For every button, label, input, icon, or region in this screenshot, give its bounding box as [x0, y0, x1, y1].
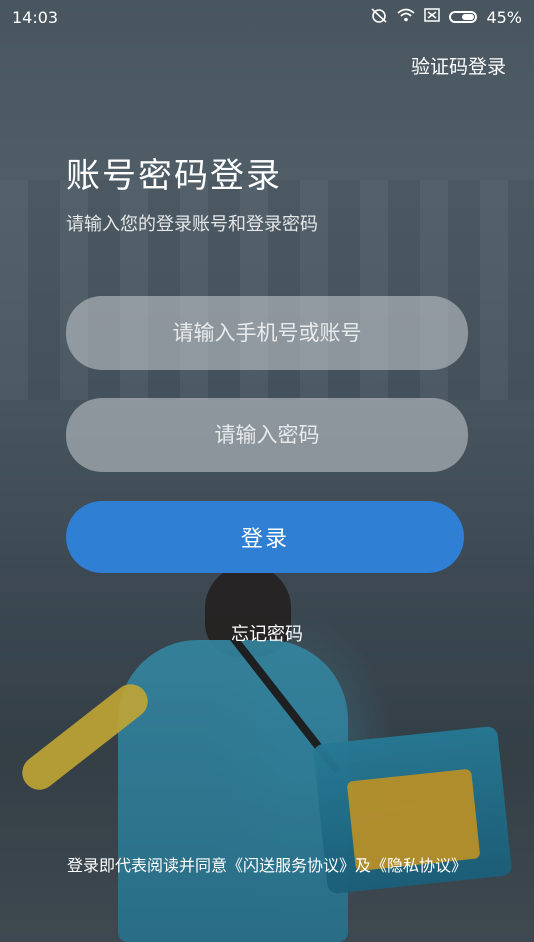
battery-icon — [449, 11, 478, 23]
page-subtitle: 请输入您的登录账号和登录密码 — [66, 214, 318, 235]
page-title: 账号密码登录 — [66, 156, 282, 196]
status-bar: 14:03 45% — [0, 0, 534, 34]
battery-percent: 45% — [486, 7, 522, 27]
status-icons: 45% — [370, 7, 522, 27]
wifi-icon — [397, 8, 416, 26]
service-agreement-link[interactable]: 《闪送服务协议》 — [227, 856, 355, 875]
login-button[interactable]: 登录 — [66, 501, 464, 573]
status-time: 14:03 — [12, 7, 59, 27]
agreement-connector: 及 — [355, 856, 372, 875]
sim-off-icon — [424, 8, 441, 26]
agreement-prefix: 登录即代表阅读并同意 — [66, 856, 227, 875]
account-input[interactable] — [66, 296, 468, 370]
alarm-off-icon — [370, 7, 388, 27]
forgot-password-link[interactable]: 忘记密码 — [0, 620, 534, 646]
privacy-agreement-link[interactable]: 《隐私协议》 — [371, 856, 467, 875]
agreement-text: 登录即代表阅读并同意《闪送服务协议》及《隐私协议》 — [0, 852, 534, 876]
sms-code-login-link[interactable]: 验证码登录 — [411, 52, 506, 79]
password-input[interactable] — [66, 398, 468, 472]
